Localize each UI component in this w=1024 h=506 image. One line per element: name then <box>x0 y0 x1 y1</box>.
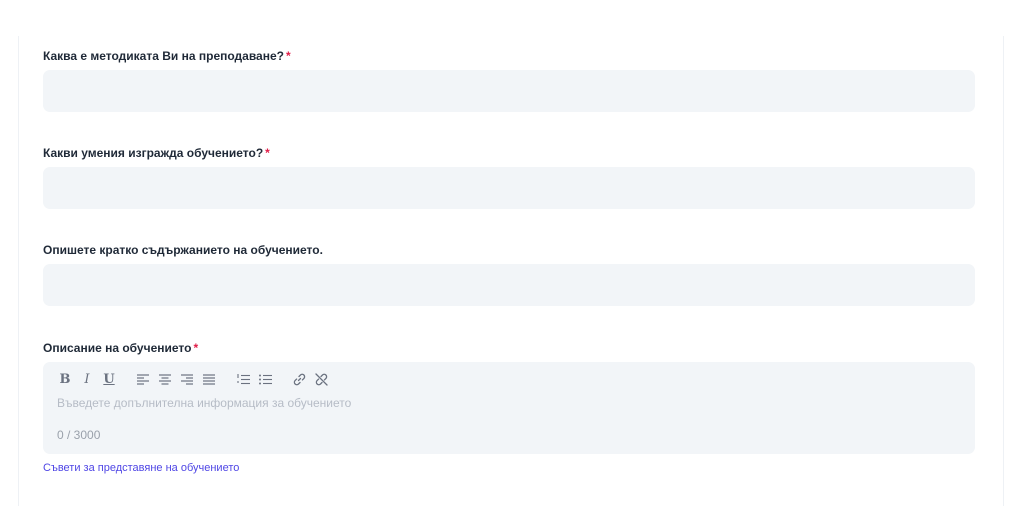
field-description: Описание на обучението * B I U Въведете … <box>43 340 975 454</box>
align-right-icon[interactable] <box>179 371 195 387</box>
field-skills: Какви умения изгражда обучението? * <box>43 145 975 209</box>
presentation-tips-link[interactable]: Съвети за представяне на обучението <box>43 462 239 474</box>
bullet-list-icon[interactable] <box>257 371 273 387</box>
underline-icon[interactable]: U <box>101 371 117 387</box>
label-text: Опишете кратко съдържанието на обучениет… <box>43 243 323 257</box>
label-text: Каква е методиката Ви на преподаване? <box>43 49 284 63</box>
teaching-method-input[interactable] <box>43 70 975 112</box>
field-label: Какви умения изгражда обучението? * <box>43 145 975 161</box>
field-label: Описание на обучението * <box>43 340 975 356</box>
align-left-icon[interactable] <box>135 371 151 387</box>
field-short-content: Опишете кратко съдържанието на обучениет… <box>43 242 975 306</box>
required-mark: * <box>285 49 291 63</box>
bold-icon[interactable]: B <box>57 371 73 387</box>
editor-toolbar: B I U <box>57 370 335 388</box>
short-content-input[interactable] <box>43 264 975 306</box>
required-mark: * <box>193 341 199 355</box>
align-justify-icon[interactable] <box>201 371 217 387</box>
unlink-icon[interactable] <box>313 371 329 387</box>
character-counter: 0 / 3000 <box>57 428 101 442</box>
field-label: Каква е методиката Ви на преподаване? * <box>43 48 975 64</box>
skills-input[interactable] <box>43 167 975 209</box>
ordered-list-icon[interactable] <box>235 371 251 387</box>
italic-icon[interactable]: I <box>79 371 95 387</box>
align-center-icon[interactable] <box>157 371 173 387</box>
label-text: Описание на обучението <box>43 341 192 355</box>
editor-placeholder: Въведете допълнителна информация за обуч… <box>57 396 352 410</box>
description-editor[interactable]: B I U Въведете допълнителна информация з… <box>43 362 975 454</box>
field-label: Опишете кратко съдържанието на обучениет… <box>43 242 975 258</box>
required-mark: * <box>265 146 270 160</box>
label-text: Какви умения изгражда обучението? <box>43 146 264 160</box>
link-icon[interactable] <box>291 371 307 387</box>
field-teaching-method: Каква е методиката Ви на преподаване? * <box>43 48 975 112</box>
